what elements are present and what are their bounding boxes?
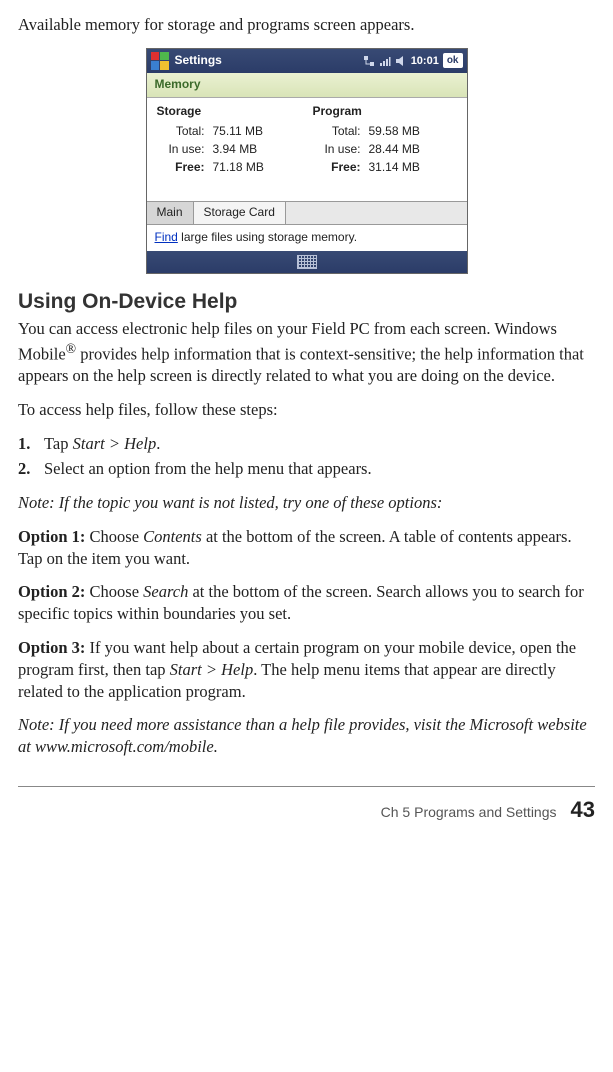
storage-inuse-value: 3.94 MB — [205, 142, 301, 158]
opt1-label: Option 1: — [18, 527, 85, 546]
step-1: 1. Tap Start > Help. — [18, 433, 595, 455]
tab-main[interactable]: Main — [147, 202, 194, 224]
storage-total-value: 75.11 MB — [205, 124, 301, 140]
signal-icon — [379, 55, 391, 67]
note-1: Note: If the topic you want is not liste… — [18, 492, 595, 514]
storage-free-value: 71.18 MB — [205, 160, 301, 176]
titlebar: Settings 10:01 ok — [147, 49, 467, 73]
option-1: Option 1: Choose Contents at the bottom … — [18, 526, 595, 570]
system-tray: 10:01 ok — [363, 53, 463, 68]
step1-ital: Start > Help — [73, 434, 157, 453]
find-rest-text: large files using storage memory. — [178, 230, 357, 244]
find-row: Find large files using storage memory. — [147, 225, 467, 251]
page-footer: Ch 5 Programs and Settings 43 — [18, 786, 595, 840]
step1-post: . — [156, 434, 160, 453]
opt2-ital: Search — [143, 582, 188, 601]
footer-page-number: 43 — [571, 795, 595, 824]
program-column: Program Total:59.58 MB In use:28.44 MB F… — [313, 104, 457, 177]
program-inuse-label: In use: — [313, 142, 361, 158]
keyboard-icon[interactable] — [297, 255, 317, 269]
embedded-screenshot: Settings 10:01 ok Memory Storage Total:7… — [18, 48, 595, 275]
step1-pre: Tap — [44, 434, 73, 453]
opt1-a: Choose — [85, 527, 143, 546]
storage-column: Storage Total:75.11 MB In use:3.94 MB Fr… — [157, 104, 301, 177]
paragraph-intro: You can access electronic help files on … — [18, 318, 595, 387]
clock-text: 10:01 — [411, 54, 439, 69]
registered-mark: ® — [66, 341, 76, 356]
program-free-label: Free: — [313, 160, 361, 176]
program-free-value: 31.14 MB — [361, 160, 457, 176]
volume-icon — [395, 55, 407, 67]
para1b: provides help information that is contex… — [18, 344, 584, 385]
storage-free-label: Free: — [157, 160, 205, 176]
step2-text: Select an option from the help menu that… — [44, 459, 372, 478]
program-total-label: Total: — [313, 124, 361, 140]
storage-total-label: Total: — [157, 124, 205, 140]
connectivity-icon — [363, 55, 375, 67]
note2-c: . — [214, 737, 218, 756]
section-heading: Using On-Device Help — [18, 288, 595, 316]
step-2: 2.Select an option from the help menu th… — [18, 458, 595, 480]
option-2: Option 2: Choose Search at the bottom of… — [18, 581, 595, 625]
opt2-label: Option 2: — [18, 582, 85, 601]
footer-chapter: Ch 5 Programs and Settings — [381, 803, 557, 821]
tabs-bar: Main Storage Card — [147, 201, 467, 225]
program-title: Program — [313, 104, 457, 120]
opt2-a: Choose — [85, 582, 143, 601]
ok-button[interactable]: ok — [443, 53, 463, 68]
device-frame: Settings 10:01 ok Memory Storage Total:7… — [146, 48, 468, 274]
program-total-value: 59.58 MB — [361, 124, 457, 140]
steps-list: 1. Tap Start > Help. 2.Select an option … — [18, 433, 595, 481]
find-link[interactable]: Find — [155, 230, 178, 244]
opt1-ital: Contents — [143, 527, 202, 546]
memory-body: Storage Total:75.11 MB In use:3.94 MB Fr… — [147, 98, 467, 201]
note2-url: www.microsoft.com/mobile — [35, 737, 214, 756]
opt3-label: Option 3: — [18, 638, 85, 657]
memory-header: Memory — [147, 73, 467, 98]
bottom-bar — [147, 251, 467, 273]
storage-inuse-label: In use: — [157, 142, 205, 158]
tab-storage-card[interactable]: Storage Card — [194, 202, 286, 224]
storage-title: Storage — [157, 104, 301, 120]
intro-text: Available memory for storage and program… — [18, 14, 595, 36]
start-icon[interactable] — [151, 52, 169, 70]
program-inuse-value: 28.44 MB — [361, 142, 457, 158]
titlebar-title: Settings — [175, 53, 357, 69]
option-3: Option 3: If you want help about a certa… — [18, 637, 595, 702]
paragraph-steps-intro: To access help files, follow these steps… — [18, 399, 595, 421]
opt3-ital: Start > Help — [170, 660, 254, 679]
note-2: Note: If you need more assistance than a… — [18, 714, 595, 758]
